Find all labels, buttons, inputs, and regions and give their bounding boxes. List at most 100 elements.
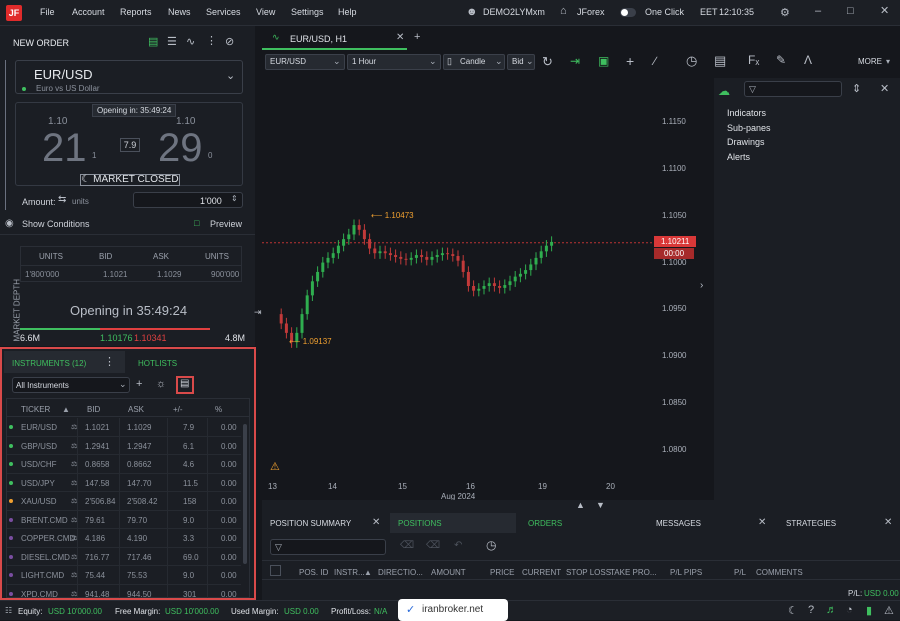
drawing-tool-icon[interactable]: Λ: [804, 53, 812, 67]
col-instrument[interactable]: INSTR...: [334, 568, 365, 577]
collapse-up-icon[interactable]: ▲: [576, 500, 585, 510]
table-row[interactable]: EUR/USD ⚖ 1.1021 1.1029 7.9 0.00: [7, 418, 241, 437]
header-change[interactable]: +/-: [173, 405, 183, 414]
col-pl[interactable]: P/L: [734, 568, 746, 577]
upload-icon[interactable]: ☁: [718, 84, 730, 98]
order-view-icon[interactable]: ▤: [148, 35, 158, 48]
header-bid[interactable]: BID: [87, 405, 100, 414]
table-row[interactable]: DIESEL.CMD ⚖ 716.77 717.46 69.0 0.00: [7, 547, 241, 566]
tab-positions[interactable]: POSITIONS: [390, 513, 516, 533]
menu-services[interactable]: Services: [206, 7, 241, 17]
platform-name[interactable]: JForex: [577, 7, 605, 17]
table-row[interactable]: USD/JPY ⚖ 147.58 147.70 11.5 0.00: [7, 473, 241, 492]
indicators-item[interactable]: Indicators: [727, 108, 766, 118]
col-pos-id[interactable]: POS. ID: [299, 568, 328, 577]
expand-right-icon[interactable]: ›: [700, 280, 703, 291]
subpanes-item[interactable]: Sub-panes: [727, 123, 771, 133]
volume-icon[interactable]: ♬: [826, 604, 837, 616]
chart-type-select[interactable]: Candle ▯ ⌄: [443, 54, 505, 70]
tab-position-summary[interactable]: POSITION SUMMARY ✕: [262, 513, 390, 533]
menu-account[interactable]: Account: [72, 7, 105, 17]
col-take-profit[interactable]: TAKE PRO...: [610, 568, 657, 577]
sort-arrows-icon[interactable]: ⇕: [852, 82, 861, 95]
table-row[interactable]: COPPER.CMD ⚖ 4.186 4.190 3.3 0.00: [7, 529, 241, 548]
drawings-item[interactable]: Drawings: [727, 137, 765, 147]
add-icon[interactable]: +: [136, 378, 142, 390]
help-icon[interactable]: ?: [808, 604, 814, 616]
menu-file[interactable]: File: [40, 7, 55, 17]
stepper-icon[interactable]: ⇕: [231, 194, 238, 203]
tab-orders[interactable]: ORDERS: [518, 513, 644, 533]
warning-icon[interactable]: ⚠: [270, 460, 280, 473]
collapse-left-icon[interactable]: ⇥: [254, 307, 262, 318]
gear-icon[interactable]: ⚙: [780, 6, 790, 19]
moon-icon[interactable]: ☾: [788, 604, 798, 617]
positions-filter-input[interactable]: ▽: [270, 539, 386, 555]
side-select[interactable]: Bid ⌄: [507, 54, 535, 70]
more-button[interactable]: MORE: [858, 57, 882, 66]
collapse-down-icon[interactable]: ▼: [596, 500, 605, 510]
settings-icon[interactable]: ☼: [156, 378, 166, 390]
delete-all-icon[interactable]: ⌫: [426, 540, 440, 551]
ruler-icon[interactable]: ∕: [654, 54, 656, 68]
more-icon[interactable]: ⋮: [206, 34, 217, 47]
table-row[interactable]: XPD.CMD ⚖ 941.48 944.50 301 0.00: [7, 584, 241, 598]
close-panel-icon[interactable]: ✕: [880, 82, 889, 95]
table-row[interactable]: LIGHT.CMD ⚖ 75.44 75.53 9.0 0.00: [7, 566, 241, 585]
close-tab-icon[interactable]: ✕: [396, 32, 404, 43]
function-icon[interactable]: Fₓ: [748, 53, 759, 67]
table-row[interactable]: USD/CHF ⚖ 0.8658 0.8662 4.6 0.00: [7, 455, 241, 474]
indicator-filter-input[interactable]: ▽: [744, 81, 842, 97]
tab-hotlists[interactable]: HOTLISTS: [138, 359, 177, 368]
chart-line-icon[interactable]: ∿: [186, 35, 195, 48]
header-percent[interactable]: %: [215, 405, 222, 414]
minimize-icon[interactable]: –: [815, 5, 821, 17]
more-vertical-icon[interactable]: ⋮: [104, 355, 115, 368]
col-amount[interactable]: AMOUNT: [431, 568, 466, 577]
tab-strategies[interactable]: STRATEGIES ✕: [778, 513, 900, 533]
instrument-filter-select[interactable]: All Instruments ⌄: [12, 377, 130, 393]
col-pl-pips[interactable]: P/L PIPS: [670, 568, 702, 577]
col-comments[interactable]: COMMENTS: [756, 568, 803, 577]
close-icon[interactable]: ✕: [372, 517, 380, 528]
show-conditions-link[interactable]: Show Conditions: [22, 219, 90, 229]
header-ask[interactable]: ASK: [128, 405, 144, 414]
instrument-select[interactable]: EUR/USD ⌄: [265, 54, 345, 70]
select-all-checkbox[interactable]: [270, 565, 281, 576]
table-row[interactable]: BRENT.CMD ⚖ 79.61 79.70 9.0 0.00: [7, 510, 241, 529]
timer-icon[interactable]: ◷: [486, 538, 496, 552]
close-icon[interactable]: ✕: [884, 517, 892, 528]
eye-icon[interactable]: ◉: [5, 218, 14, 229]
close-icon[interactable]: ✕: [880, 4, 889, 17]
one-click-toggle[interactable]: [620, 8, 636, 17]
instrument-selector[interactable]: EUR/USD Euro vs US Dollar ⌄: [15, 60, 243, 94]
account-name[interactable]: DEMO2LYMxm: [483, 7, 545, 17]
menu-news[interactable]: News: [168, 7, 191, 17]
menu-reports[interactable]: Reports: [120, 7, 152, 17]
preview-link[interactable]: Preview: [210, 219, 242, 229]
lock-icon[interactable]: ▣: [598, 54, 609, 68]
period-select[interactable]: 1 Hour ⌄: [347, 54, 441, 70]
list-icon[interactable]: ☰: [167, 35, 177, 48]
price-chart[interactable]: [262, 78, 654, 488]
menu-help[interactable]: Help: [338, 7, 357, 17]
alerts-item[interactable]: Alerts: [727, 152, 750, 162]
book-button[interactable]: ▤: [176, 376, 194, 394]
bars-icon[interactable]: ▤: [714, 53, 726, 69]
header-ticker[interactable]: TICKER: [21, 405, 50, 414]
table-row[interactable]: XAU/USD ⚖ 2'506.84 2'508.42 158 0.00: [7, 492, 241, 511]
undo-icon[interactable]: ↶: [454, 540, 462, 551]
clock-icon[interactable]: ◷: [686, 53, 697, 69]
tab-messages[interactable]: MESSAGES ✕: [648, 513, 774, 533]
refresh-icon[interactable]: ↻: [542, 54, 553, 70]
col-stop-loss[interactable]: STOP LOSS: [566, 568, 611, 577]
eye-off-icon[interactable]: ⊘: [225, 35, 234, 48]
amount-input[interactable]: 1'000 ⇕: [133, 192, 243, 208]
menu-settings[interactable]: Settings: [291, 7, 324, 17]
maximize-icon[interactable]: □: [847, 5, 854, 17]
delete-icon[interactable]: ⌫: [400, 540, 414, 551]
menu-view[interactable]: View: [256, 7, 275, 17]
table-row[interactable]: GBP/USD ⚖ 1.2941 1.2947 6.1 0.00: [7, 436, 241, 455]
col-direction[interactable]: DIRECTIO...: [378, 568, 423, 577]
follow-icon[interactable]: ⇥: [570, 54, 580, 68]
